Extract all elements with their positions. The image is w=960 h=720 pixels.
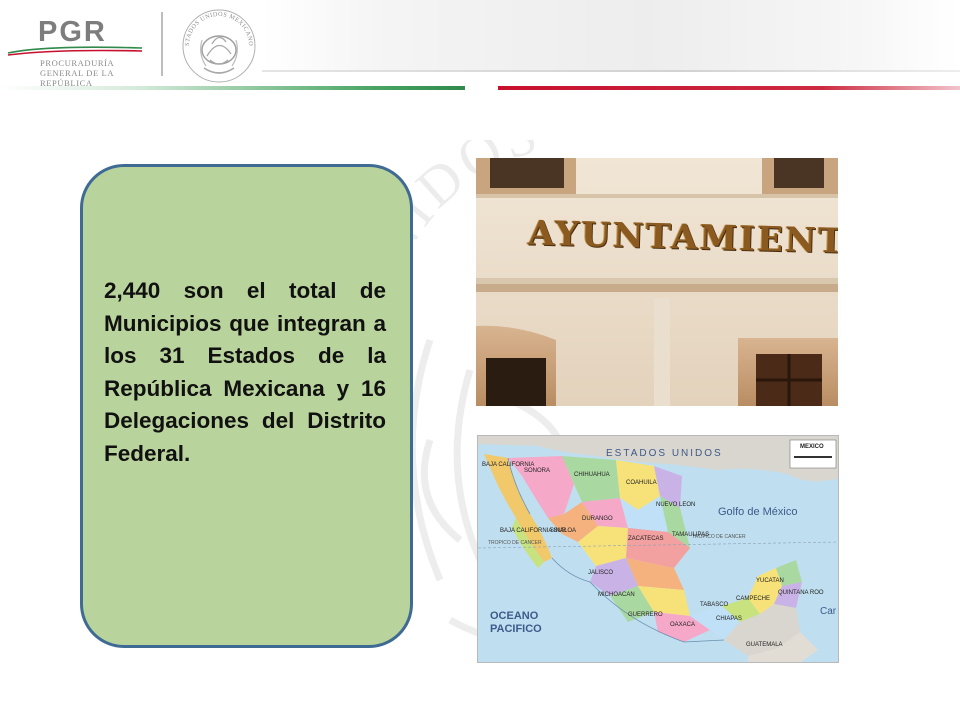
map-state-label: CHIAPAS	[716, 616, 742, 622]
map-state-label: BAJA CALIFORNIA	[482, 462, 535, 468]
mexico-map: ESTADOS UNIDOS Golfo de México OCEANO PA…	[477, 435, 839, 663]
map-state-label: OAXACA	[670, 622, 696, 628]
map-state-label: SINALOA	[550, 528, 577, 534]
map-label-caribbean: Car	[820, 606, 837, 617]
map-state-label: TAMAULIPAS	[672, 532, 710, 538]
map-state-label: YUCATAN	[756, 578, 784, 584]
seal-text: ESTADOS UNIDOS MEXICANOS	[180, 6, 254, 47]
map-state-label: GUERRERO	[628, 612, 663, 618]
map-state-label: NUEVO LEON	[656, 502, 696, 508]
map-label-gulf: Golfo de México	[718, 506, 798, 518]
map-state-label: JALISCO	[588, 570, 614, 576]
pgr-logo-subtitle: PROCURADURÍA GENERAL DE LA REPÚBLICA	[40, 58, 114, 88]
map-label-usa: ESTADOS UNIDOS	[606, 448, 723, 459]
municipios-text: 2,440 son el total de Municipios que int…	[104, 278, 386, 466]
header-line	[262, 70, 960, 72]
pgr-logo-tricolor-icon	[7, 46, 143, 56]
header-band	[262, 0, 960, 70]
map-state-label: COAHUILA	[626, 480, 657, 486]
building-facade-illustration	[476, 158, 838, 406]
map-state-label: CHIHUAHUA	[574, 472, 610, 478]
map-state-label: CAMPECHE	[736, 596, 771, 602]
header-rule-red	[498, 86, 960, 90]
national-seal-icon: ESTADOS UNIDOS MEXICANOS	[180, 6, 256, 83]
map-label-ocean: OCEANO PACIFICO	[490, 610, 542, 635]
ayuntamiento-photo: AYUNTAMIENTO	[476, 158, 838, 406]
map-state-label: MICHOACAN	[598, 592, 635, 598]
map-state-label: TABASCO	[700, 602, 729, 608]
header: PGR PROCURADURÍA GENERAL DE LA REPÚBLICA…	[0, 0, 960, 96]
map-legend-title: MEXICO	[800, 444, 824, 450]
map-state-label: ZACATECAS	[628, 536, 664, 542]
map-state-label: SONORA	[524, 468, 551, 474]
map-tropic-label: TROPICO DE CANCER	[488, 540, 542, 546]
logo-divider	[161, 12, 163, 76]
map-state-label: QUINTANA ROO	[778, 590, 824, 596]
map-state-label: DURANGO	[582, 516, 613, 522]
header-rule-green	[0, 86, 465, 90]
map-state-label: GUATEMALA	[746, 642, 783, 648]
